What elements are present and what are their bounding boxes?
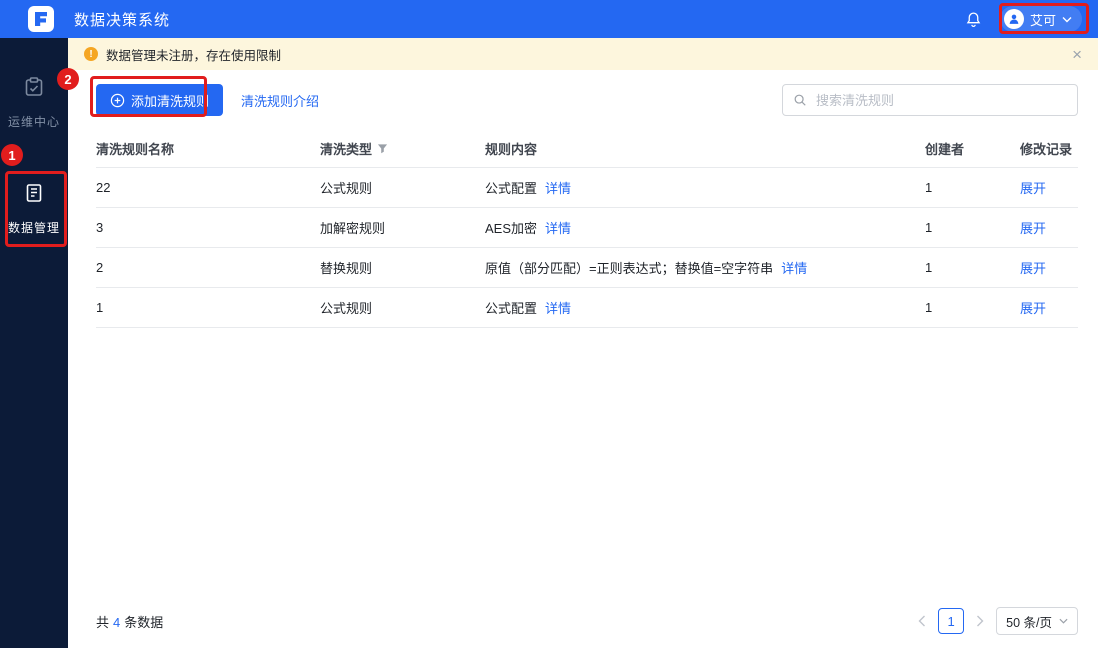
rule-content-text: 公式配置	[485, 301, 538, 316]
add-clean-rule-label: 添加清洗规则	[131, 93, 210, 109]
rule-content-text: 原值（部分匹配）=正则表达式；替换值=空字符串	[485, 261, 774, 276]
creator-cell: 1	[925, 300, 933, 315]
add-clean-rule-button[interactable]: 添加清洗规则	[96, 84, 224, 116]
rule-name-cell: 2	[96, 260, 104, 275]
search-box[interactable]	[782, 84, 1078, 116]
header-record: 修改记录	[1020, 142, 1073, 157]
app-logo-icon	[28, 6, 54, 32]
warning-icon: !	[84, 47, 98, 61]
table-row: 1 公式规则 公式配置 详情 1 展开	[96, 288, 1078, 328]
rule-type-cell: 公式规则	[320, 301, 373, 316]
next-page-icon[interactable]	[976, 615, 984, 627]
expand-link[interactable]: 展开	[1020, 178, 1046, 197]
chevron-down-icon	[1059, 618, 1068, 624]
detail-link[interactable]: 详情	[545, 178, 571, 197]
rule-content-text: 公式配置	[485, 181, 538, 196]
record-cell: 展开	[1020, 218, 1078, 237]
top-bar: 数据决策系统 艾可	[0, 0, 1098, 38]
app-window: 数据决策系统 艾可 运维中心 数据管理 ! 数据管理未注册，存在使用限制 × 添…	[0, 0, 1098, 648]
detail-link[interactable]: 详情	[781, 258, 807, 277]
rule-content-cell: AES加密 详情	[485, 218, 925, 237]
rule-content-cell: 原值（部分匹配）=正则表达式；替换值=空字符串 详情	[485, 258, 925, 277]
filter-funnel-icon[interactable]	[377, 143, 388, 154]
rule-type-cell: 加解密规则	[320, 221, 386, 236]
total-count-text: 共 4 条数据	[96, 612, 163, 631]
warning-text: 数据管理未注册，存在使用限制	[106, 48, 282, 63]
header-creator: 创建者	[925, 142, 965, 157]
rule-content-cell: 公式配置 详情	[485, 178, 925, 197]
sidebar-item-label: 运维中心	[7, 115, 60, 129]
top-bar-right: 艾可	[965, 6, 1098, 32]
total-count: 4	[113, 614, 121, 630]
header-rule-name: 清洗规则名称	[96, 142, 175, 157]
pagination: 1 50 条/页	[918, 607, 1078, 635]
header-rule-type-label: 清洗类型	[320, 142, 373, 157]
rule-intro-link[interactable]: 清洗规则介绍	[241, 91, 319, 110]
sidebar: 运维中心 数据管理	[0, 38, 68, 648]
creator-cell: 1	[925, 260, 933, 275]
current-page-button[interactable]: 1	[938, 608, 965, 634]
search-input[interactable]	[814, 91, 1067, 109]
record-cell: 展开	[1020, 258, 1078, 277]
clean-rules-table: 清洗规则名称 清洗类型 规则内容 创建者 修改记录 22 公式规则 公式配置 详…	[96, 130, 1078, 328]
table-row: 22 公式规则 公式配置 详情 1 展开	[96, 168, 1078, 208]
total-suffix: 条数据	[124, 614, 164, 630]
expand-link[interactable]: 展开	[1020, 218, 1046, 237]
plus-circle-icon	[110, 93, 125, 108]
sidebar-item-data-management[interactable]: 数据管理	[0, 182, 68, 236]
chevron-down-icon	[1062, 16, 1072, 23]
data-book-icon	[23, 182, 45, 209]
user-avatar	[1003, 9, 1024, 29]
detail-link[interactable]: 详情	[545, 218, 571, 237]
header-rule-content: 规则内容	[485, 142, 538, 157]
page-size-select[interactable]: 50 条/页	[996, 607, 1078, 635]
creator-cell: 1	[925, 180, 933, 195]
page-size-value: 50 条/页	[1006, 615, 1052, 630]
rule-content-cell: 公式配置 详情	[485, 298, 925, 317]
table-row: 3 加解密规则 AES加密 详情 1 展开	[96, 208, 1078, 248]
creator-cell: 1	[925, 220, 933, 235]
record-cell: 展开	[1020, 178, 1078, 197]
table-row: 2 替换规则 原值（部分匹配）=正则表达式；替换值=空字符串 详情 1 展开	[96, 248, 1078, 288]
ops-clipboard-icon	[23, 76, 45, 103]
warning-banner: ! 数据管理未注册，存在使用限制 ×	[68, 38, 1098, 70]
rule-content-text: AES加密	[485, 221, 538, 236]
header-rule-type: 清洗类型	[320, 139, 485, 158]
record-cell: 展开	[1020, 298, 1078, 317]
user-name: 艾可	[1029, 12, 1056, 28]
sidebar-item-ops-center[interactable]: 运维中心	[0, 76, 68, 130]
rule-name-cell: 3	[96, 220, 104, 235]
sidebar-item-label: 数据管理	[7, 221, 60, 235]
main-content: 添加清洗规则 清洗规则介绍 清洗规则名称 清洗类型 规则内容	[68, 70, 1098, 648]
rule-name-cell: 1	[96, 300, 104, 315]
prev-page-icon[interactable]	[918, 615, 926, 627]
toolbar: 添加清洗规则 清洗规则介绍	[96, 84, 1078, 116]
rule-type-cell: 替换规则	[320, 261, 373, 276]
expand-link[interactable]: 展开	[1020, 258, 1046, 277]
search-icon	[793, 93, 807, 107]
close-icon[interactable]: ×	[1072, 46, 1082, 63]
total-prefix: 共	[96, 614, 110, 630]
table-footer: 共 4 条数据 1 50 条/页	[96, 606, 1078, 636]
user-menu[interactable]: 艾可	[999, 6, 1082, 32]
expand-link[interactable]: 展开	[1020, 298, 1046, 317]
table-header-row: 清洗规则名称 清洗类型 规则内容 创建者 修改记录	[96, 130, 1078, 168]
detail-link[interactable]: 详情	[545, 298, 571, 317]
rule-name-cell: 22	[96, 180, 111, 195]
app-title: 数据决策系统	[74, 11, 171, 29]
rule-type-cell: 公式规则	[320, 181, 373, 196]
notification-bell-icon[interactable]	[965, 11, 982, 28]
